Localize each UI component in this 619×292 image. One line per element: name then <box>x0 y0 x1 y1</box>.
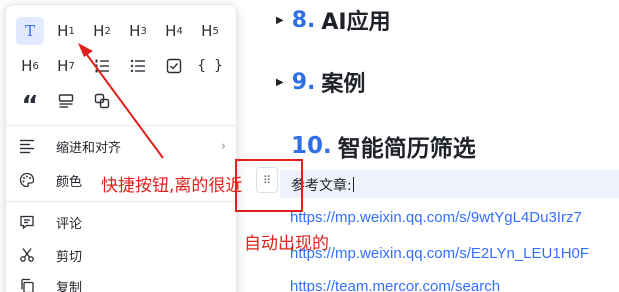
heading-level: 5 <box>212 25 219 37</box>
copy-label: 复制 <box>56 280 83 292</box>
text-style-button[interactable]: T <box>16 17 44 45</box>
quote-button[interactable]: “ <box>16 87 44 119</box>
heading-text: AI应用 <box>321 10 391 35</box>
heading-label: H <box>57 57 69 75</box>
heading-label: H <box>57 22 69 40</box>
color-label: 颜色 <box>56 174 83 190</box>
reference-link-2[interactable]: https://mp.weixin.qq.com/s/E2LYn_LEU1H0F <box>290 245 589 262</box>
code-braces-icon: { } <box>197 58 223 74</box>
heading-level: 4 <box>176 25 183 37</box>
callout-icon <box>58 94 74 108</box>
comment-icon <box>18 213 36 231</box>
heading-2-button[interactable]: H2 <box>88 17 116 45</box>
heading-label: H <box>93 22 105 40</box>
menu-divider <box>6 201 236 202</box>
block-type-row-1: T H1 H2 H3 H4 H5 <box>16 17 232 45</box>
checkbox-icon <box>166 58 182 74</box>
scissors-icon <box>18 246 36 264</box>
heading-5-button[interactable]: H5 <box>196 17 224 45</box>
align-left-icon <box>18 137 36 155</box>
block-type-row-3: “ <box>16 87 124 119</box>
heading-4-button[interactable]: H4 <box>160 17 188 45</box>
ordered-list-button[interactable] <box>88 52 116 80</box>
heading-number: 10. <box>291 133 332 159</box>
heading-level: 7 <box>68 60 75 72</box>
sync-block-button[interactable] <box>88 87 116 115</box>
text-icon: T <box>24 22 35 40</box>
indent-align-label: 缩进和对齐 <box>56 140 122 156</box>
reference-link-1[interactable]: https://mp.weixin.qq.com/s/9wtYgL4Du3Irz… <box>290 209 582 226</box>
heading-text: 案例 <box>321 72 366 97</box>
heading-number: 8. <box>291 7 316 33</box>
cut-label: 剪切 <box>56 249 83 265</box>
annotation-auto-appear: 自动出现的 <box>244 234 329 254</box>
block-type-row-2: H6 H7 { } <box>16 52 232 80</box>
text-cursor <box>352 177 354 192</box>
annotation-highlight-box <box>235 159 303 212</box>
heading-1-button[interactable]: H1 <box>52 17 80 45</box>
cut-item[interactable]: 剪切 <box>18 240 226 270</box>
heading-level: 1 <box>68 25 75 37</box>
copy-icon <box>18 277 36 292</box>
heading-7-button[interactable]: H7 <box>52 52 80 80</box>
callout-button[interactable] <box>52 87 80 115</box>
annotation-shortcut: 快捷按钮,离的很近 <box>101 176 243 196</box>
collapse-caret-icon[interactable]: ▶ <box>276 77 284 88</box>
comment-label: 评论 <box>56 216 83 232</box>
bullet-list-icon <box>130 59 145 73</box>
heading-3-button[interactable]: H3 <box>124 17 152 45</box>
heading-label: H <box>201 22 213 40</box>
collapse-caret-icon[interactable]: ▶ <box>276 15 284 26</box>
heading-level: 2 <box>104 25 111 37</box>
heading-label: H <box>21 57 33 75</box>
heading-text: 智能简历筛选 <box>337 136 476 162</box>
bullet-list-button[interactable] <box>124 52 152 80</box>
heading-level: 3 <box>140 25 147 37</box>
heading-10[interactable]: 10. 智能简历筛选 <box>291 129 476 163</box>
heading-6-button[interactable]: H6 <box>16 52 44 80</box>
indent-align-item[interactable]: 缩进和对齐 › <box>18 131 226 161</box>
comment-item[interactable]: 评论 <box>18 207 226 237</box>
sync-block-icon <box>94 93 110 109</box>
menu-divider <box>6 125 236 126</box>
code-block-button[interactable]: { } <box>196 52 224 80</box>
heading-number: 9. <box>291 69 316 95</box>
chevron-right-icon: › <box>220 138 226 154</box>
todo-button[interactable] <box>160 52 188 80</box>
heading-level: 6 <box>32 60 39 72</box>
ordered-list-icon <box>95 59 109 73</box>
heading-8[interactable]: ▶ 8. AI应用 <box>276 4 391 36</box>
quote-icon: “ <box>21 91 39 121</box>
heading-9[interactable]: ▶ 9. 案例 <box>276 66 365 98</box>
heading-label: H <box>129 22 141 40</box>
reference-link-3[interactable]: https://team.mercor.com/search <box>290 278 500 292</box>
block-context-menu: T H1 H2 H3 H4 H5 H6 H7 { } “ 缩进和对齐 › 颜色 … <box>5 4 237 292</box>
heading-label: H <box>165 22 177 40</box>
copy-item[interactable]: 复制 <box>18 271 226 292</box>
palette-icon <box>18 171 36 189</box>
